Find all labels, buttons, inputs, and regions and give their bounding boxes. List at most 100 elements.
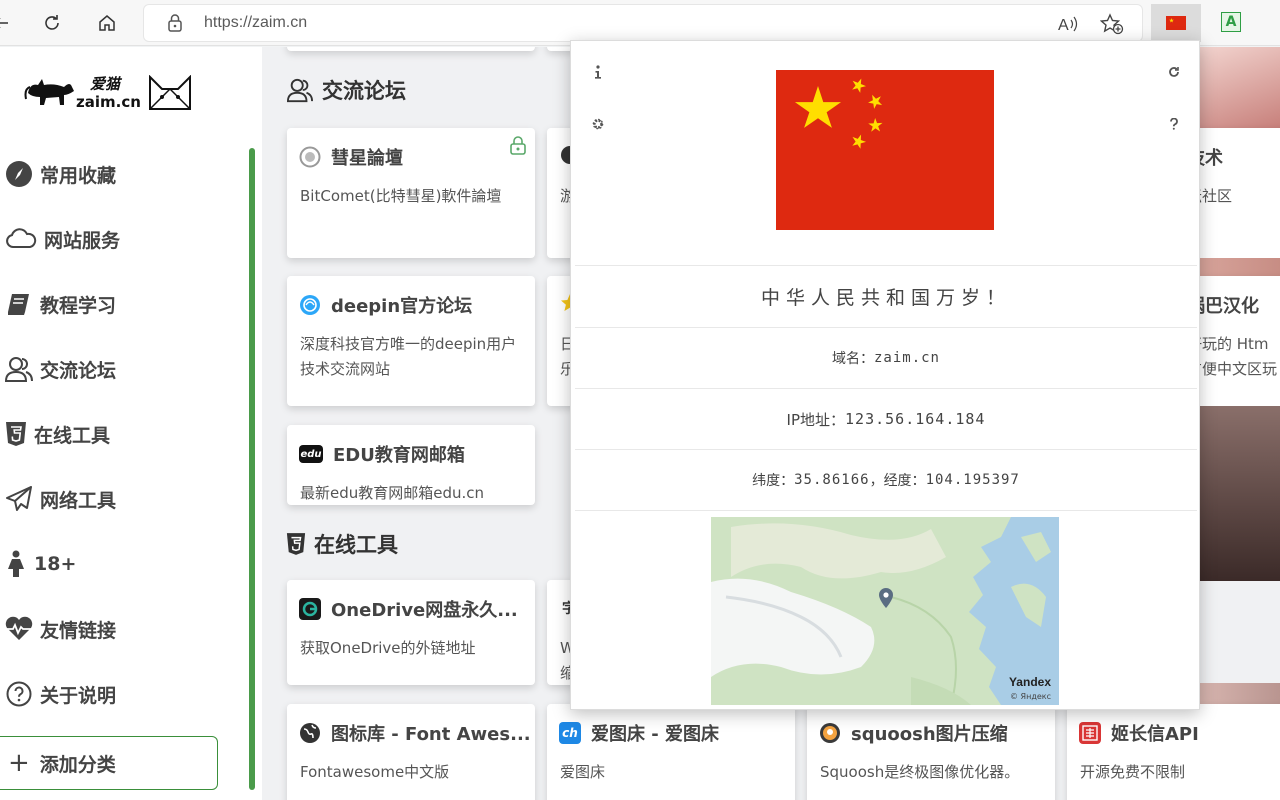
edu-logo-icon: edu xyxy=(299,445,323,463)
site-card-desc: 坛社区 xyxy=(1187,187,1233,205)
sidebar-item-label: 网站服务 xyxy=(44,229,121,252)
flag-small-star xyxy=(865,91,886,112)
sidebar-item-adult[interactable]: 18+ xyxy=(0,544,240,584)
site-card-title: 爱图床 - 爱图床 xyxy=(591,724,720,745)
site-card-desc: Squoosh是终极图像优化器。 xyxy=(820,763,1020,781)
refresh-icon[interactable] xyxy=(37,8,67,38)
lock-icon[interactable] xyxy=(166,13,184,37)
sidebar-item-web-services[interactable]: 网站服务 xyxy=(0,219,240,259)
site-card[interactable]: deepin官方论坛 深度科技官方唯一的deepin用户技术交流网站 xyxy=(287,276,535,406)
sidebar-item-forums[interactable]: 交流论坛 xyxy=(0,349,240,389)
cloud-icon xyxy=(4,224,38,254)
gear-icon[interactable] xyxy=(588,114,608,134)
site-card-title: squoosh图片压缩 xyxy=(851,724,1008,745)
read-aloud-icon[interactable]: A xyxy=(1055,12,1081,36)
seal-logo-icon xyxy=(1079,722,1101,744)
site-card-desc: 获取OneDrive的外链地址 xyxy=(300,639,476,657)
html5-icon xyxy=(286,532,306,556)
ip-info-popup: 中华人民共和国万岁！ 域名： zaim.cn IP地址： 123.56.164.… xyxy=(570,40,1200,710)
site-logo[interactable]: 爱猫 zaim.cn xyxy=(24,71,194,115)
deepin-logo-icon xyxy=(299,294,321,316)
geo-row: 纬度： 35.86166 ， 经度： 104.195397 xyxy=(575,449,1197,510)
site-card-title: 彗星論壇 xyxy=(331,148,403,169)
globe-icon xyxy=(299,722,321,744)
section-title-label: 在线工具 xyxy=(314,533,398,557)
site-card-desc: Fontawesome中文版 xyxy=(300,763,450,781)
domain-value: zaim.cn xyxy=(873,350,940,366)
book-icon xyxy=(4,289,34,319)
domain-label: 域名： xyxy=(831,351,874,367)
site-card[interactable]: 图标库 - Font Awes... Fontawesome中文版 xyxy=(287,704,535,800)
logo-text-en: zaim.cn xyxy=(76,93,141,111)
section-title-forum: 交流论坛 xyxy=(286,75,406,105)
compass-icon xyxy=(4,159,34,189)
china-flag-icon xyxy=(1166,16,1186,30)
translate-extension-icon[interactable]: A xyxy=(1221,12,1241,32)
plus-icon: + xyxy=(8,748,30,778)
map-brand: Yandex xyxy=(1009,675,1051,689)
refresh-icon[interactable] xyxy=(1164,62,1184,82)
site-card-desc: 深度科技官方唯一的deepin用户技术交流网站 xyxy=(300,335,517,378)
site-card[interactable]: 彗星論壇 BitComet(比特彗星)軟件論壇 xyxy=(287,128,535,258)
background-photo xyxy=(1195,683,1280,705)
sidebar-item-online-tools[interactable]: 在线工具 xyxy=(0,414,240,454)
site-card-title: 图标库 - Font Awes... xyxy=(331,724,531,745)
cat-face-logo-icon xyxy=(149,75,191,110)
flag-small-star xyxy=(849,132,868,151)
sidebar-scrollbar[interactable] xyxy=(249,148,255,790)
site-card[interactable]: edu EDU教育网邮箱 最新edu教育网邮箱edu.cn xyxy=(287,425,535,505)
sidebar-item-about[interactable]: 关于说明 xyxy=(0,674,240,714)
info-icon[interactable] xyxy=(588,62,608,82)
ip-label: IP地址： xyxy=(786,410,846,429)
site-card[interactable]: OneDrive网盘永久... 获取OneDrive的外链地址 xyxy=(287,580,535,685)
map-brand-text: Yandex xyxy=(1008,675,1051,689)
location-map[interactable]: Yandex © Яндекс xyxy=(711,517,1059,705)
sidebar-item-friend-links[interactable]: 友情链接 xyxy=(0,609,240,649)
site-card-desc: 开源免费不限制 xyxy=(1080,763,1186,781)
sidebar-item-label: 常用收藏 xyxy=(40,164,117,187)
sidebar-item-label: 教程学习 xyxy=(40,294,117,317)
sidebar-item-network-tools[interactable]: 网络工具 xyxy=(0,479,240,519)
map-copyright: © Яндекс xyxy=(1009,692,1051,701)
domain-row: 域名： zaim.cn xyxy=(575,327,1197,388)
help-icon[interactable] xyxy=(1164,114,1184,134)
flag-big-star xyxy=(794,86,842,128)
question-circle-icon xyxy=(4,679,34,709)
female-icon xyxy=(4,549,28,579)
logo-text-cn: 爱猫 xyxy=(90,75,121,93)
home-icon[interactable] xyxy=(92,8,122,38)
sidebar-item-favorites[interactable]: 常用收藏 xyxy=(0,154,240,194)
sidebar-item-label: 18+ xyxy=(34,553,77,575)
site-card[interactable]: ch 爱图床 - 爱图床 爱图床 xyxy=(547,704,795,800)
favorite-add-icon[interactable] xyxy=(1099,12,1125,36)
flag-small-star xyxy=(849,76,869,96)
sidebar-item-label: 关于说明 xyxy=(40,684,117,707)
latitude-label: 纬度： xyxy=(752,473,795,489)
background-photo xyxy=(1195,258,1280,276)
add-category-button[interactable]: + 添加分类 xyxy=(0,736,218,790)
longitude-value: 104.195397 xyxy=(925,472,1020,488)
latitude-value: 35.86166 xyxy=(794,472,870,488)
back-icon[interactable] xyxy=(0,8,16,38)
site-card[interactable]: squoosh图片压缩 Squoosh是终极图像优化器。 xyxy=(807,704,1055,800)
china-flag xyxy=(776,70,994,230)
address-bar[interactable]: https://zaim.cn A xyxy=(143,4,1143,42)
sidebar-item-label: 在线工具 xyxy=(34,424,111,447)
china-flag-extension-button[interactable] xyxy=(1151,4,1201,42)
comment-icon xyxy=(299,146,321,168)
sidebar-item-label: 友情链接 xyxy=(40,619,117,642)
card-partial[interactable] xyxy=(287,47,535,51)
separator: ， xyxy=(869,473,884,489)
site-card-title: EDU教育网邮箱 xyxy=(333,445,465,466)
url-text[interactable]: https://zaim.cn xyxy=(204,14,307,32)
heartbeat-icon xyxy=(4,614,34,644)
add-category-label: 添加分类 xyxy=(39,753,116,776)
squoosh-logo-icon xyxy=(819,722,841,744)
sidebar-item-tutorials[interactable]: 教程学习 xyxy=(0,284,240,324)
desc-line: 方便中文区玩 xyxy=(1187,360,1278,378)
site-card-desc: 爱图床 xyxy=(560,763,606,781)
map-terrain xyxy=(711,517,1059,705)
motto-row: 中华人民共和国万岁！ xyxy=(575,265,1197,327)
site-card[interactable]: 姬长信API 开源免费不限制 xyxy=(1067,704,1280,800)
site-card-title: OneDrive网盘永久... xyxy=(331,600,518,621)
